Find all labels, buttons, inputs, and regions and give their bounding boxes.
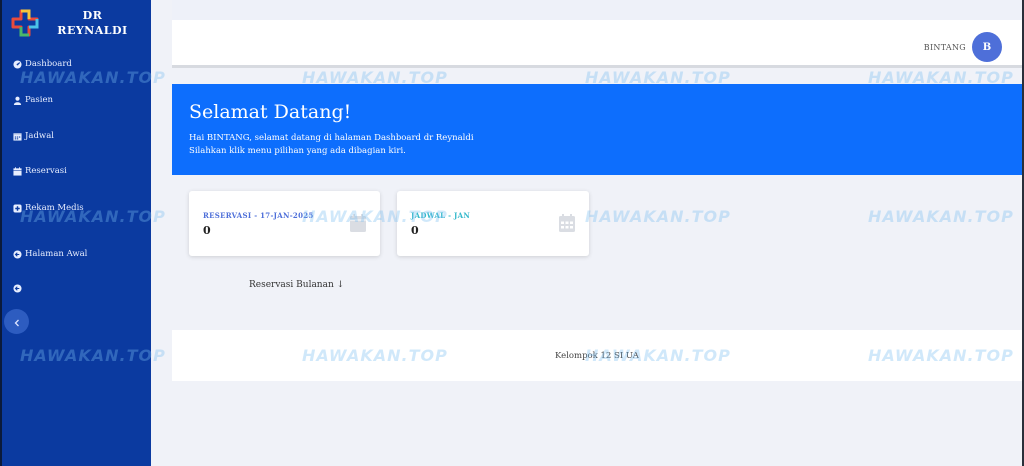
sidebar-item-jadwal[interactable]: Jadwal [12,131,54,141]
calendar-check-icon [12,166,22,176]
brand[interactable]: DR REYNALDI [2,0,151,46]
monthly-reservation-dropdown[interactable]: Reservasi Bulanan ↓ [249,280,344,290]
schedule-card: JADWAL - JAN 0 [397,191,589,256]
medical-cross-logo-icon [10,8,40,38]
brand-line-2: REYNALDI [57,24,128,37]
sidebar-item-logout[interactable] [12,283,25,293]
user-name[interactable]: BINTANG [924,43,966,52]
welcome-message: Hai BINTANG, selamat datang di halaman D… [189,133,474,143]
sidebar-item-label: Halaman Awal [25,249,88,259]
sidebar-item-rekam-medis[interactable]: Rekam Medis [12,203,84,213]
sidebar-item-label: Pasien [25,95,53,105]
avatar[interactable]: B [972,32,1002,62]
medical-record-icon [12,203,22,213]
calendar-icon [350,214,366,232]
sidebar-item-halaman-awal[interactable]: Halaman Awal [12,249,87,259]
sidebar-item-reservasi[interactable]: Reservasi [12,166,67,176]
top-strip [172,0,1022,20]
reservation-card: RESERVASI - 17-JAN-2025 0 [189,191,380,256]
sidebar-item-label: Rekam Medis [25,203,84,213]
main-content: BINTANG B Selamat Datang! Hai BINTANG, s… [151,0,1022,466]
logout-icon [12,283,22,293]
page-title: Selamat Datang! [189,101,352,123]
topbar [172,20,1022,68]
calendar-icon [12,131,22,141]
welcome-banner: Selamat Datang! Hai BINTANG, selamat dat… [172,84,1022,175]
sidebar-item-label: Reservasi [25,166,67,176]
brand-line-1: DR [82,9,103,22]
sidebar-item-pasien[interactable]: Pasien [12,95,53,105]
calendar-grid-icon [559,214,575,232]
footer: Kelompok 12 SI UA [172,330,1022,381]
sidebar-item-label: Dashboard [25,59,72,69]
chevron-left-icon [13,312,21,331]
welcome-instruction: Silahkan klik menu pilihan yang ada diba… [189,146,406,156]
user-icon [12,95,22,105]
sidebar-item-dashboard[interactable]: Dashboard [12,59,72,69]
arrow-left-circle-icon [12,249,22,259]
sidebar-toggle-button[interactable] [4,309,29,334]
sidebar-item-label: Jadwal [25,131,54,141]
dashboard-icon [12,59,22,69]
window-frame-left [0,0,2,466]
footer-text: Kelompok 12 SI UA [555,350,639,361]
sidebar: DR REYNALDI Dashboard Pasien Jadwal Rese… [2,0,151,466]
